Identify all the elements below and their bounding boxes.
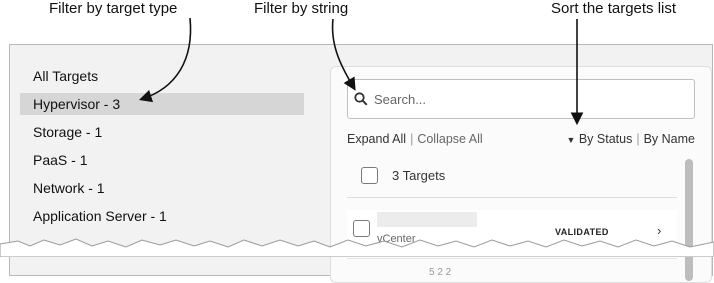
controls-separator: | — [410, 132, 414, 146]
target-row[interactable]: vCenter VALIDATED › — [347, 210, 677, 259]
targets-panel-frame: All Targets Hypervisor - 3 Storage - 1 P… — [9, 44, 713, 283]
target-type-label: vCenter — [377, 233, 416, 245]
target-row-checkbox[interactable] — [353, 220, 370, 237]
filter-item-paas[interactable]: PaaS - 1 — [20, 149, 304, 171]
partial-row-text: 5 2 2 — [429, 267, 452, 278]
targets-list: 3 Targets vCenter VALIDATED › 5 2 2 — [347, 155, 677, 282]
annotation-sort-targets: Sort the targets list — [551, 0, 677, 17]
search-icon — [354, 92, 368, 106]
select-all-checkbox[interactable] — [361, 166, 378, 184]
expand-all-link[interactable]: Expand All — [347, 132, 406, 146]
target-name-redacted — [377, 212, 477, 227]
targets-count: 3 Targets — [392, 167, 446, 183]
filter-item-application-server[interactable]: Application Server - 1 — [20, 205, 304, 227]
filter-item-hypervisor[interactable]: Hypervisor - 3 — [20, 93, 304, 115]
list-divider — [347, 197, 677, 198]
chevron-right-icon[interactable]: › — [657, 223, 661, 238]
collapse-all-link[interactable]: Collapse All — [417, 132, 482, 146]
status-badge: VALIDATED — [555, 227, 609, 237]
list-scrollbar[interactable] — [685, 159, 693, 281]
annotation-filter-by-type: Filter by target type — [49, 0, 178, 17]
target-type-filter-list: All Targets Hypervisor - 3 Storage - 1 P… — [20, 65, 304, 233]
sort-separator: | — [636, 132, 640, 146]
sort-controls: ▼ By Status | By Name — [566, 132, 695, 146]
list-header: 3 Targets — [347, 155, 677, 195]
filter-item-all-targets[interactable]: All Targets — [20, 65, 304, 87]
annotation-filter-by-string: Filter by string — [254, 0, 349, 17]
targets-list-panel: Expand All|Collapse All ▼ By Status|By N… — [330, 66, 712, 283]
filter-item-network[interactable]: Network - 1 — [20, 177, 304, 199]
caret-down-icon: ▼ — [566, 135, 576, 145]
sort-by-name[interactable]: By Name — [644, 132, 695, 146]
search-input[interactable] — [372, 90, 676, 108]
list-controls: Expand All | Collapse All ▼ By Status | By N… — [347, 132, 695, 146]
search-box[interactable] — [347, 79, 695, 119]
filter-item-storage[interactable]: Storage - 1 — [20, 121, 304, 143]
sort-by-status[interactable]: By Status — [579, 132, 633, 146]
